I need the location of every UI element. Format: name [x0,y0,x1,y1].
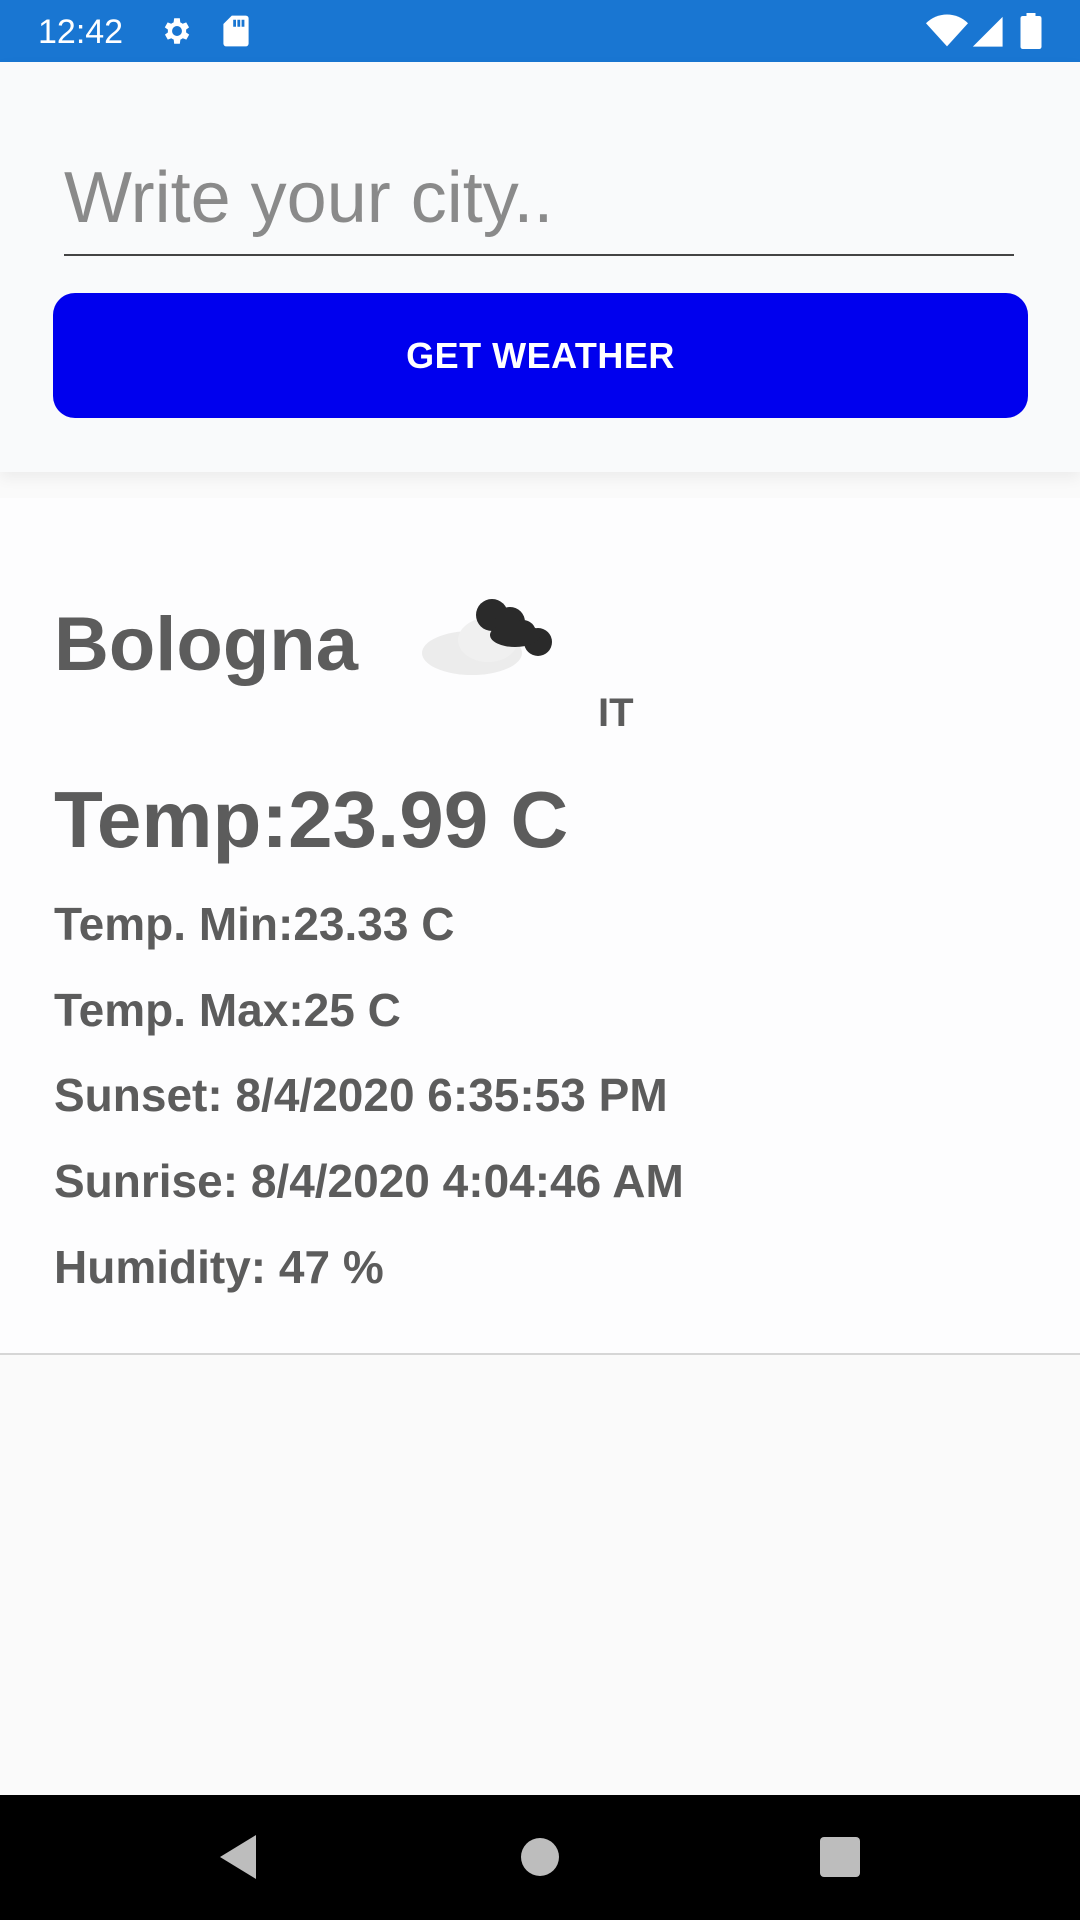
temp-max: Temp. Max:25 C [54,984,401,1036]
temp-min: Temp. Min:23.33 C [54,898,455,950]
country-code: IT [598,691,634,735]
recents-icon[interactable] [808,1825,872,1889]
sunset-time: Sunset: 8/4/2020 6:35:53 PM [54,1069,668,1121]
back-icon[interactable] [208,1825,272,1889]
battery-icon [1020,13,1042,49]
current-temperature: Temp:23.99 C [54,775,569,864]
cloud-icon [422,599,552,675]
signal-icon [972,16,1003,47]
status-time: 12:42 [38,13,124,51]
get-weather-button[interactable]: GET WEATHER [53,293,1028,418]
navigation-bar [0,1795,1080,1920]
humidity: Humidity: 47 % [54,1241,384,1293]
status-bar: 12:42 [0,0,1080,62]
city-name: Bologna [54,602,358,687]
home-icon[interactable] [508,1825,572,1889]
sunrise-time: Sunrise: 8/4/2020 4:04:46 AM [54,1155,684,1207]
city-input[interactable] [64,150,1014,256]
gear-icon [164,18,190,44]
sd-card-icon [223,15,249,47]
wifi-icon [926,14,968,47]
